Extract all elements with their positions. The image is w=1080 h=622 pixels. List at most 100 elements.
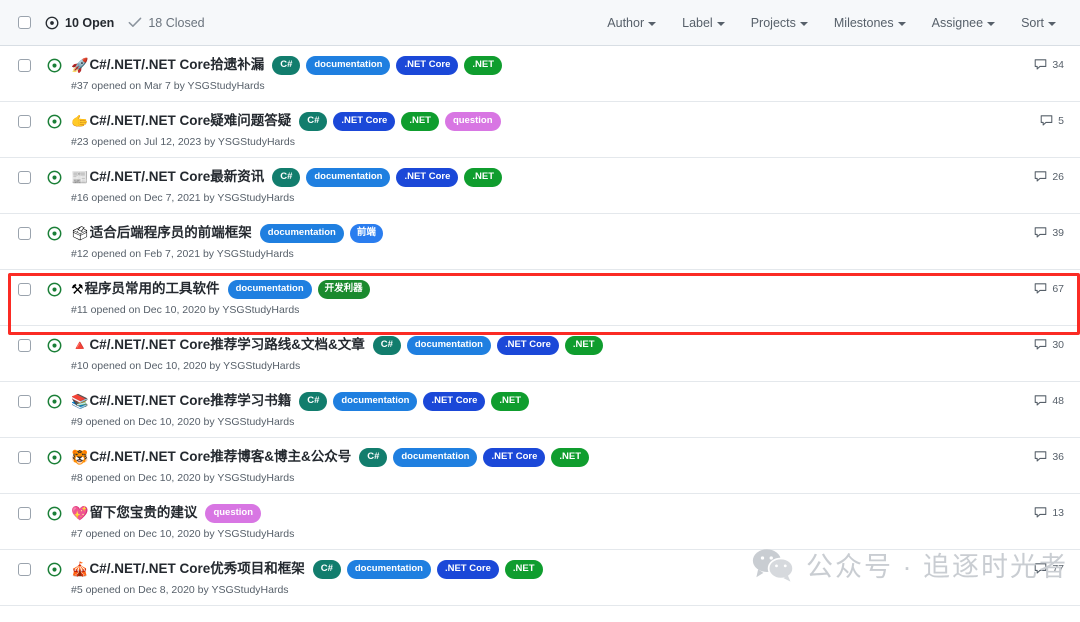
issue-row[interactable]: 🚀 C#/.NET/.NET Core拾遗补漏 C# documentation .NE… xyxy=(0,46,1080,102)
issue-comment-count[interactable]: 26 xyxy=(1018,170,1064,183)
open-issues-filter[interactable]: 10 Open xyxy=(45,16,114,30)
issue-select-checkbox[interactable] xyxy=(18,507,31,520)
issue-title-link[interactable]: C#/.NET/.NET Core推荐学习书籍 xyxy=(89,392,291,410)
issue-label[interactable]: documentation xyxy=(406,336,491,355)
issue-label[interactable]: C# xyxy=(359,448,388,467)
issue-row[interactable]: 📚 C#/.NET/.NET Core推荐学习书籍 C# documentation.… xyxy=(0,382,1080,438)
issue-label[interactable]: .NET Core xyxy=(333,112,396,131)
issue-label[interactable]: 开发利器 xyxy=(317,280,370,299)
filter-milestones-label: Milestones xyxy=(833,15,894,30)
issue-title-link[interactable]: C#/.NET/.NET Core推荐博客&博主&公众号 xyxy=(89,448,351,466)
comment-icon xyxy=(1035,171,1047,182)
issue-label[interactable]: documentation xyxy=(393,448,478,467)
issue-label[interactable]: documentation xyxy=(227,280,312,299)
issue-label[interactable]: documentation xyxy=(306,168,391,187)
select-all-checkbox[interactable] xyxy=(18,16,31,29)
filter-milestones[interactable]: Milestones xyxy=(834,16,906,30)
issue-label[interactable]: .NET Core xyxy=(496,336,559,355)
issues-list: 🚀 C#/.NET/.NET Core拾遗补漏 C# documentation .NE… xyxy=(0,46,1080,606)
issue-label[interactable]: C# xyxy=(299,392,328,411)
issue-select-checkbox[interactable] xyxy=(18,171,31,184)
issue-emoji-icon: 🗳 xyxy=(71,225,89,242)
issue-label[interactable]: .NET xyxy=(551,448,590,467)
issue-opened-icon xyxy=(47,170,62,185)
issue-comment-count[interactable]: 48 xyxy=(1018,394,1064,407)
issue-label[interactable]: C# xyxy=(272,168,301,187)
filter-projects[interactable]: Projects xyxy=(751,16,808,30)
issue-emoji-icon: 📰 xyxy=(71,169,89,186)
issue-select-checkbox[interactable] xyxy=(18,227,31,240)
issue-row[interactable]: 🫱 C#/.NET/.NET Core疑难问题答疑 C# .NET Core .NET q… xyxy=(0,102,1080,158)
issue-label[interactable]: .NET xyxy=(504,560,543,579)
issue-meta: #12 opened on Feb 7, 2021 by YSGStudyHar… xyxy=(71,247,294,260)
issue-title-link[interactable]: C#/.NET/.NET Core推荐学习路线&文档&文章 xyxy=(89,336,364,354)
filter-label-label: Label xyxy=(682,15,713,30)
open-issues-count: 10 Open xyxy=(65,15,115,30)
issue-comment-count[interactable]: 13 xyxy=(1018,506,1064,519)
comment-count-value: 13 xyxy=(1052,506,1064,519)
issue-row[interactable]: 🔺 C#/.NET/.NET Core推荐学习路线&文档&文章 C# document… xyxy=(0,326,1080,382)
issue-comment-count[interactable]: 5 xyxy=(1018,114,1064,127)
issue-label[interactable]: .NET Core xyxy=(436,560,499,579)
issue-label[interactable]: C# xyxy=(372,336,401,355)
filter-projects-label: Projects xyxy=(750,15,796,30)
filter-label[interactable]: Label xyxy=(682,16,725,30)
issue-title-link[interactable]: C#/.NET/.NET Core优秀项目和框架 xyxy=(89,560,304,578)
filter-author[interactable]: Author xyxy=(607,16,657,30)
issue-comment-count[interactable]: 39 xyxy=(1018,226,1064,239)
issue-select-checkbox[interactable] xyxy=(18,115,31,128)
issue-comment-count[interactable]: 67 xyxy=(1018,282,1064,295)
issue-label[interactable]: .NET xyxy=(401,112,439,131)
issue-title-line: 🚀 C#/.NET/.NET Core拾遗补漏 C# documentation .NE… xyxy=(71,56,1018,75)
issue-select-checkbox[interactable] xyxy=(18,563,31,576)
issue-label[interactable]: .NET xyxy=(464,168,503,187)
issue-label[interactable]: .NET xyxy=(564,336,603,355)
issue-label[interactable]: documentation xyxy=(259,224,344,243)
issue-label[interactable]: 前端 xyxy=(349,224,383,243)
issue-comment-count[interactable]: 34 xyxy=(1018,58,1064,71)
issue-title-link[interactable]: C#/.NET/.NET Core拾遗补漏 xyxy=(89,56,264,74)
issue-label[interactable]: .NET xyxy=(491,392,530,411)
issue-label[interactable]: question xyxy=(444,112,501,131)
issue-row[interactable]: 🗳 适合后端程序员的前端框架 documentation 前端 #12 opened o… xyxy=(0,214,1080,270)
closed-issues-filter[interactable]: 18 Closed xyxy=(128,16,205,30)
issue-label[interactable]: C# xyxy=(272,56,301,75)
issue-label[interactable]: .NET xyxy=(464,56,503,75)
issue-label[interactable]: .NET Core xyxy=(396,168,459,187)
issue-row[interactable]: 📰 C#/.NET/.NET Core最新资讯 C# documentation .NE… xyxy=(0,158,1080,214)
issue-label[interactable]: C# xyxy=(299,112,328,131)
issue-emoji-icon: 🐯 xyxy=(71,449,89,466)
issue-comment-count[interactable]: 36 xyxy=(1018,450,1064,463)
issue-label[interactable]: documentation xyxy=(306,56,391,75)
issue-row[interactable]: 🎪 C#/.NET/.NET Core优秀项目和框架 C# documentation… xyxy=(0,550,1080,606)
comment-icon xyxy=(1040,115,1053,126)
issue-label[interactable]: documentation xyxy=(333,392,418,411)
issue-title-link[interactable]: C#/.NET/.NET Core疑难问题答疑 xyxy=(89,112,291,130)
issue-opened-icon xyxy=(47,562,62,577)
issue-select-checkbox[interactable] xyxy=(18,283,31,296)
issue-select-checkbox[interactable] xyxy=(18,451,31,464)
issue-title-link[interactable]: 适合后端程序员的前端框架 xyxy=(90,224,252,242)
issue-label[interactable]: .NET Core xyxy=(396,56,459,75)
check-icon xyxy=(128,17,142,27)
issue-content: 💖 留下您宝贵的建议 question #7 opened on Dec 10, 20… xyxy=(71,504,1018,540)
issue-title-link[interactable]: C#/.NET/.NET Core最新资讯 xyxy=(89,168,264,186)
issue-row[interactable]: ⚒ 程序员常用的工具软件 documentation 开发利器 #11 opened o… xyxy=(0,270,1080,326)
issues-page: 10 Open 18 Closed Author Label Projects xyxy=(0,0,1080,622)
issue-label[interactable]: question xyxy=(205,504,262,523)
issue-select-checkbox[interactable] xyxy=(18,339,31,352)
issue-title-link[interactable]: 程序员常用的工具软件 xyxy=(85,280,220,298)
filter-assignee[interactable]: Assignee xyxy=(932,16,996,30)
issue-comment-count[interactable]: 30 xyxy=(1018,338,1064,351)
filter-sort[interactable]: Sort xyxy=(1021,16,1056,30)
issue-row[interactable]: 💖 留下您宝贵的建议 question #7 opened on Dec 10, 20… xyxy=(0,494,1080,550)
issue-label[interactable]: C# xyxy=(312,560,341,579)
issue-title-link[interactable]: 留下您宝贵的建议 xyxy=(89,504,197,522)
issue-label[interactable]: documentation xyxy=(346,560,431,579)
issue-label[interactable]: .NET Core xyxy=(483,448,546,467)
issue-label[interactable]: .NET Core xyxy=(423,392,486,411)
issue-comment-count[interactable]: 77 xyxy=(1018,562,1064,575)
issue-select-checkbox[interactable] xyxy=(18,395,31,408)
issue-select-checkbox[interactable] xyxy=(18,59,31,72)
issue-row[interactable]: 🐯 C#/.NET/.NET Core推荐博客&博主&公众号 C# documenta… xyxy=(0,438,1080,494)
